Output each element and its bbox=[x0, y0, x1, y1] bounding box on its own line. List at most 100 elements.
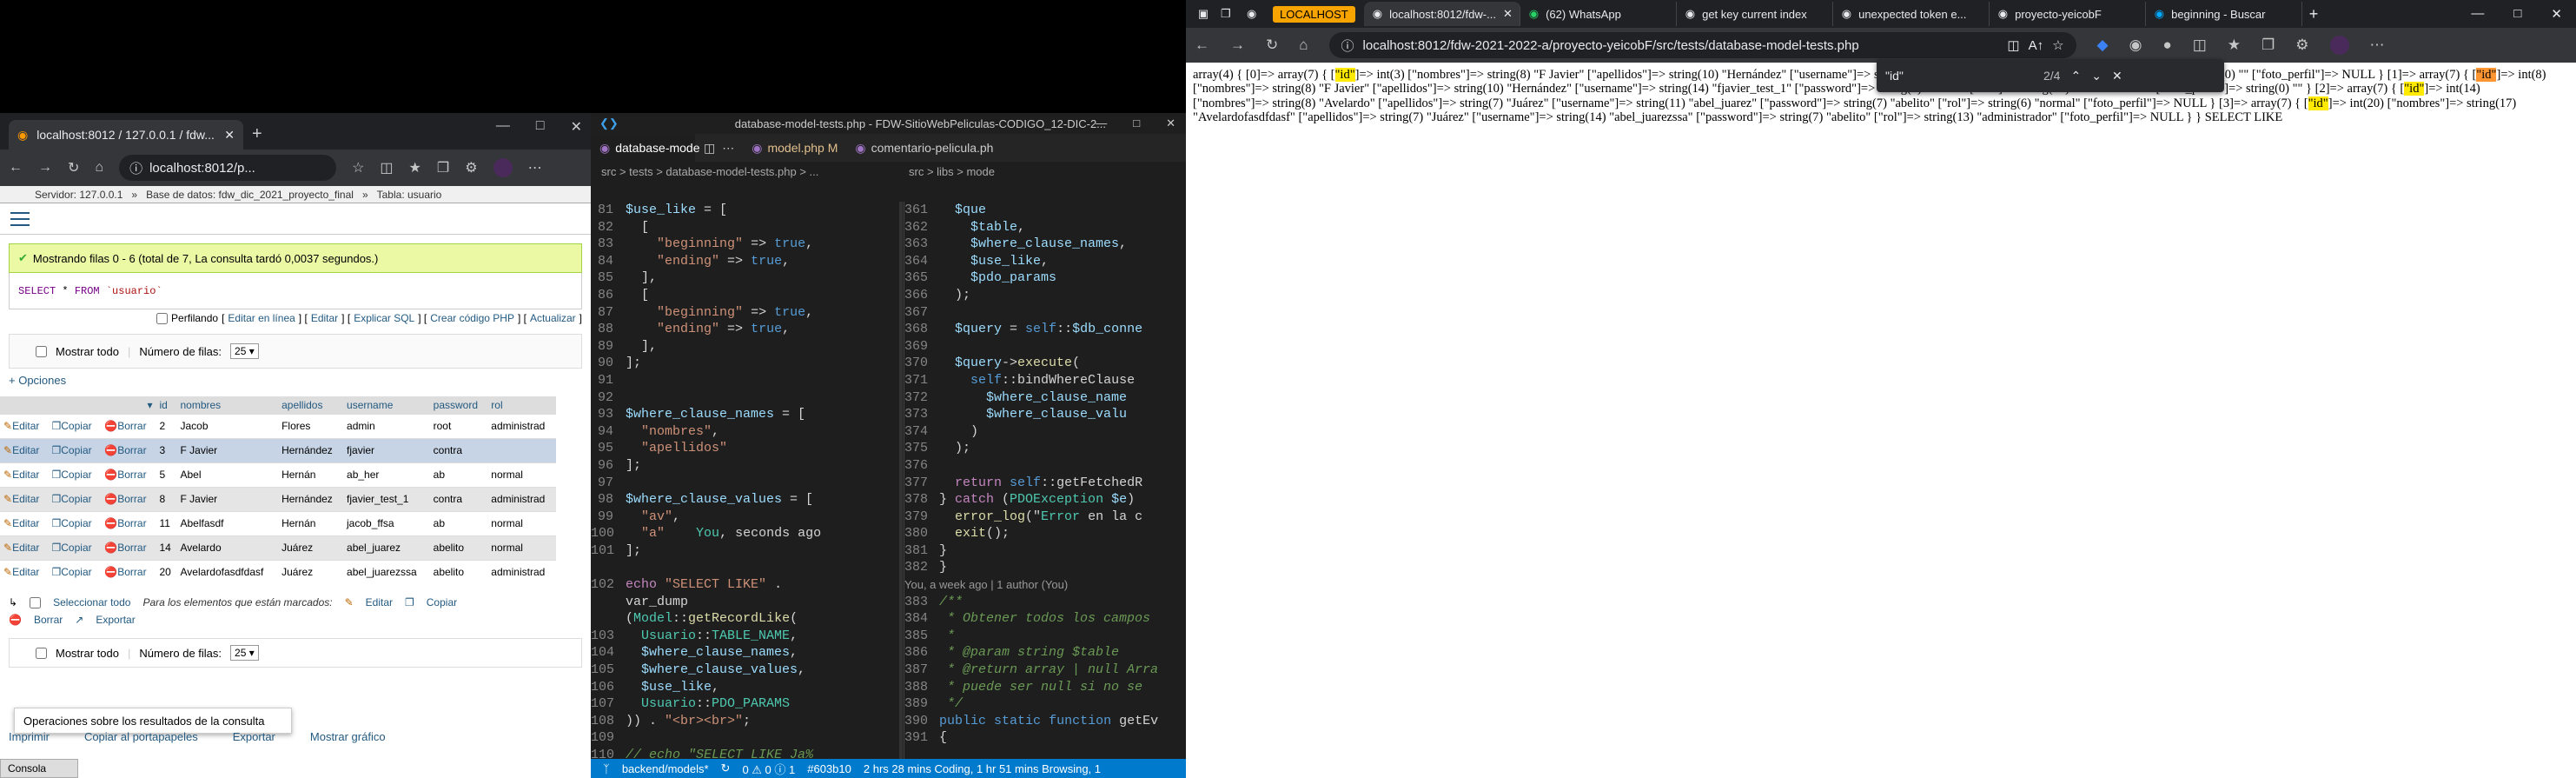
previous-match-icon[interactable]: ⌃ bbox=[2070, 69, 2081, 83]
code-line[interactable]: 375 ); bbox=[904, 440, 1186, 457]
delete-row-link[interactable]: ⛔Borrar bbox=[101, 510, 156, 535]
cell-id[interactable]: 8 bbox=[156, 486, 177, 511]
clipboard-link[interactable]: Copiar al portapapeles bbox=[84, 730, 198, 743]
code-line[interactable]: 86 [ bbox=[591, 287, 904, 304]
code-line[interactable]: 85 ], bbox=[591, 269, 904, 287]
edit-row-link[interactable]: ✎Editar bbox=[0, 462, 49, 487]
code-line[interactable]: 384 * Obtener todos los campos bbox=[904, 610, 1186, 628]
back-icon[interactable]: ← bbox=[1195, 37, 1209, 54]
code-line[interactable]: 94 "nombres", bbox=[591, 423, 904, 441]
tab-list-icon[interactable]: ❐ bbox=[1221, 7, 1247, 21]
tab-actions-icon[interactable]: ▣ bbox=[1186, 7, 1221, 21]
cell-rol[interactable]: normal bbox=[487, 462, 556, 487]
table-row[interactable]: ✎Editar ❐Copiar ⛔Borrar 11 Abelfasdf Hernán ja… bbox=[0, 510, 556, 535]
column-header[interactable]: id bbox=[156, 396, 177, 414]
code-line[interactable]: 374 ) bbox=[904, 423, 1186, 441]
column-header[interactable]: password bbox=[429, 396, 488, 414]
bulk-copy-button[interactable]: Copiar bbox=[427, 596, 457, 608]
code-line[interactable]: 371 self::bindWhereClause bbox=[904, 372, 1186, 389]
forward-icon[interactable]: → bbox=[1230, 37, 1245, 54]
cell-nombres[interactable]: F Javier bbox=[176, 486, 279, 511]
tab-active[interactable]: ◉ localhost:8012/fdw-... ✕ bbox=[1363, 2, 1520, 26]
code-line[interactable]: 376 bbox=[904, 457, 1186, 475]
code-line[interactable]: 361 $que bbox=[904, 202, 1186, 219]
code-line[interactable]: 107 Usuario::PDO_PARAMS bbox=[591, 695, 904, 713]
cell-apellidos[interactable]: Hernández bbox=[278, 437, 344, 462]
code-line[interactable]: var_dump bbox=[591, 594, 904, 611]
code-line[interactable]: 362 $table, bbox=[904, 219, 1186, 236]
code-line[interactable]: 382} bbox=[904, 559, 1186, 576]
minimize-icon[interactable]: — bbox=[1096, 116, 1107, 130]
split-icon[interactable]: ◫ bbox=[704, 141, 715, 156]
code-line[interactable]: 387 * @return array | null Arra bbox=[904, 662, 1186, 679]
find-input[interactable]: "id" bbox=[1885, 69, 2033, 83]
breadcrumb-database[interactable]: Base de datos: fdw_dic_2021_proyecto_fin… bbox=[146, 189, 354, 201]
tab-github-2[interactable]: ◉ unexpected token e... bbox=[1833, 2, 1990, 26]
cell-username[interactable]: abel_juarez bbox=[343, 535, 430, 560]
favorite-icon[interactable]: ☆ bbox=[2052, 37, 2063, 53]
close-icon[interactable]: ✕ bbox=[224, 128, 235, 143]
edit-row-link[interactable]: ✎Editar bbox=[0, 510, 49, 535]
collections-icon[interactable]: ❐ bbox=[437, 159, 449, 176]
code-line[interactable]: 87 "beginning" => true, bbox=[591, 304, 904, 322]
copy-row-link[interactable]: ❐Copiar bbox=[48, 486, 102, 511]
code-line[interactable]: 385 * bbox=[904, 628, 1186, 645]
delete-row-link[interactable]: ⛔Borrar bbox=[101, 437, 156, 462]
cell-id[interactable]: 11 bbox=[156, 510, 177, 535]
edit-inline-link[interactable]: Editar en línea bbox=[228, 312, 295, 324]
code-line[interactable]: 369 bbox=[904, 338, 1186, 356]
delete-row-link[interactable]: ⛔Borrar bbox=[101, 535, 156, 560]
code-line[interactable]: 99 "av", bbox=[591, 509, 904, 526]
cell-id[interactable]: 20 bbox=[156, 559, 177, 584]
table-row[interactable]: ✎Editar ❐Copiar ⛔Borrar 2 Jacob Flores admin ro… bbox=[0, 413, 556, 438]
favorites-icon[interactable]: ★ bbox=[2228, 37, 2241, 54]
code-line[interactable]: 368 $query = self::$db_conne bbox=[904, 321, 1186, 338]
close-icon[interactable]: ✕ bbox=[2112, 69, 2122, 83]
cell-username[interactable]: fjavier_test_1 bbox=[343, 486, 430, 511]
chart-link[interactable]: Mostrar gráfico bbox=[310, 730, 386, 743]
code-line[interactable]: 378} catch (PDOException $e) bbox=[904, 491, 1186, 509]
cell-username[interactable]: jacob_ffsa bbox=[343, 510, 430, 535]
cell-nombres[interactable]: Abelfasdf bbox=[176, 510, 279, 535]
code-line[interactable]: (Model::getRecordLike( bbox=[591, 610, 904, 628]
code-line[interactable]: 81 $use_like = [ bbox=[591, 202, 904, 219]
breadcrumb-server[interactable]: Servidor: 127.0.0.1 bbox=[35, 189, 123, 201]
favorite-icon[interactable]: ☆ bbox=[352, 159, 364, 176]
cell-password[interactable]: ab bbox=[429, 510, 488, 535]
split-screen-icon[interactable]: ◫ bbox=[2193, 37, 2207, 54]
edit-link[interactable]: Editar bbox=[311, 312, 338, 324]
tracker-icon[interactable]: ● bbox=[2162, 37, 2171, 54]
cell-rol[interactable]: administrad bbox=[487, 413, 556, 438]
php-code-link[interactable]: Crear código PHP bbox=[430, 312, 514, 324]
code-line[interactable]: 90]; bbox=[591, 355, 904, 372]
bulk-delete-button[interactable]: Borrar bbox=[34, 614, 63, 626]
tab-phpmyadmin[interactable]: ◉ localhost:8012 / 127.0.0.1 / fdw... ✕ bbox=[9, 120, 243, 150]
code-line[interactable]: 82 [ bbox=[591, 219, 904, 236]
show-all-checkbox-bottom[interactable] bbox=[36, 647, 47, 659]
extensions-icon[interactable]: ⚙ bbox=[2295, 37, 2308, 54]
code-line[interactable]: 377 return self::getFetchedR bbox=[904, 475, 1186, 492]
cell-nombres[interactable]: Avelardofasdfdasf bbox=[176, 559, 279, 584]
cell-nombres[interactable]: Abel bbox=[176, 462, 279, 487]
home-icon[interactable]: ⌂ bbox=[95, 160, 103, 176]
cell-password[interactable]: abelito bbox=[429, 559, 488, 584]
maximize-icon[interactable]: □ bbox=[1133, 116, 1140, 130]
breadcrumb-left[interactable]: src > tests > database-model-tests.php >… bbox=[591, 165, 904, 178]
cell-username[interactable]: ab_her bbox=[343, 462, 430, 487]
code-line[interactable]: 363 $where_clause_names, bbox=[904, 236, 1186, 253]
code-line[interactable]: 98 $where_clause_values = [ bbox=[591, 491, 904, 509]
rows-select-bottom[interactable]: 25 ▾ bbox=[230, 645, 259, 661]
column-header[interactable]: nombres bbox=[176, 396, 279, 414]
cell-password[interactable]: ab bbox=[429, 462, 488, 487]
print-link[interactable]: Imprimir bbox=[9, 730, 50, 743]
collections-icon[interactable]: ❐ bbox=[2261, 37, 2275, 54]
cell-apellidos[interactable]: Flores bbox=[278, 413, 344, 438]
code-line[interactable]: 93 $where_clause_names = [ bbox=[591, 406, 904, 423]
code-line[interactable]: 83 "beginning" => true, bbox=[591, 236, 904, 253]
cell-password[interactable]: contra bbox=[429, 486, 488, 511]
editor-left[interactable]: 81 $use_like = [82 [83 "beginning" => tru… bbox=[591, 202, 904, 778]
code-line[interactable]: 391 { bbox=[904, 729, 1186, 747]
copy-row-link[interactable]: ❐Copiar bbox=[48, 462, 102, 487]
code-line[interactable]: 386 * @param string $table bbox=[904, 644, 1186, 662]
close-window-icon[interactable]: ✕ bbox=[1166, 116, 1175, 130]
